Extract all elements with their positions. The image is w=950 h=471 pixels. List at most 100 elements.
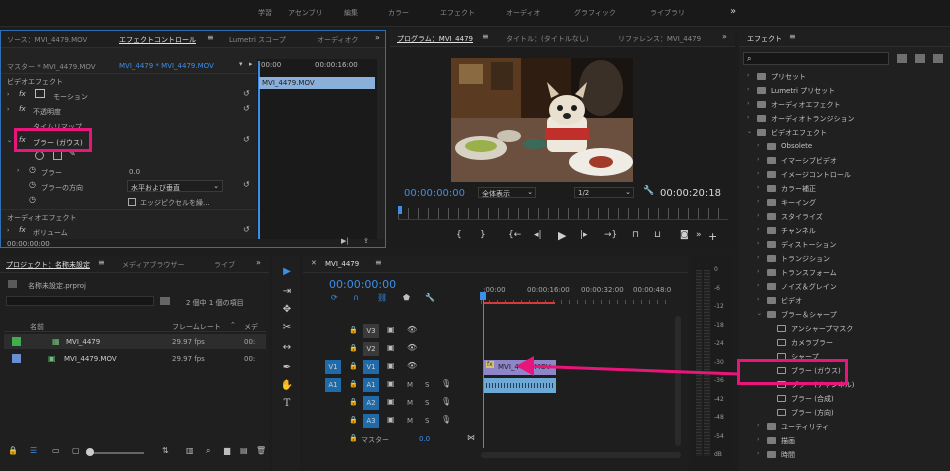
step-forward-icon[interactable]: |▸ — [580, 230, 588, 240]
eye-icon[interactable]: 👁 — [407, 343, 417, 352]
track-target-v2[interactable]: V2 — [363, 342, 379, 356]
sync-lock-icon[interactable]: ▣ — [387, 343, 395, 352]
effects-tree-item[interactable]: ブラー (方向) — [739, 406, 949, 419]
chevron-down-icon[interactable]: ⌄ — [747, 128, 752, 135]
mute-button[interactable]: M — [407, 399, 413, 407]
chevron-right-icon[interactable]: › — [747, 86, 749, 93]
fx-badge-icon[interactable]: fx — [19, 226, 26, 234]
resolution-select[interactable]: 1/2 ⌄ — [574, 187, 634, 198]
extract-icon[interactable]: ⊔ — [654, 230, 661, 240]
audio-clip[interactable] — [484, 378, 556, 393]
effects-tree-item[interactable]: › イマーシブビデオ — [739, 154, 949, 167]
32bit-effects-icon[interactable] — [915, 54, 925, 63]
stopwatch-icon[interactable]: ◷ — [29, 165, 36, 174]
wrench-icon[interactable]: 🔧 — [643, 186, 654, 196]
export-icon[interactable]: ⇪ — [363, 237, 369, 245]
freeform-view-icon[interactable]: ▢ — [72, 446, 80, 455]
source-patch-v1[interactable]: V1 — [325, 360, 341, 374]
video-clip[interactable]: fx MVI_4479.MOV — [484, 360, 556, 375]
workspace-tab-assembly[interactable]: アセンブリ — [288, 8, 323, 18]
trash-icon[interactable]: 🗑 — [256, 446, 266, 455]
lock-icon[interactable]: 🔒 — [349, 434, 358, 442]
nest-icon[interactable]: ⟳ — [331, 293, 338, 302]
lift-icon[interactable]: ⊓ — [632, 230, 639, 240]
sync-lock-icon[interactable]: ▣ — [387, 397, 395, 406]
new-item-icon[interactable]: ▤ — [240, 446, 248, 455]
sort-icon[interactable]: ⌃ — [230, 321, 236, 329]
expand-panels-icon[interactable]: » — [722, 32, 727, 41]
workspace-tab-color[interactable]: カラー — [388, 8, 409, 18]
solo-button[interactable]: S — [425, 381, 429, 389]
ec-timecode[interactable]: 00:00:00:00 — [7, 240, 50, 247]
sequence-clip-label[interactable]: MVI_4479 * MVI_4479.MOV — [119, 62, 214, 70]
lock-icon[interactable]: 🔒 — [349, 326, 358, 334]
chevron-right-icon[interactable]: › — [747, 100, 749, 107]
play-audio-icon[interactable]: ▶| — [341, 237, 349, 245]
track-target-v1[interactable]: V1 — [363, 360, 379, 374]
yuv-effects-icon[interactable] — [933, 54, 943, 63]
workspace-tab-audio[interactable]: オーディオ — [506, 8, 541, 18]
transform-icon[interactable] — [35, 89, 45, 98]
workspace-tab-graphics[interactable]: グラフィック — [574, 8, 616, 18]
blurriness-value[interactable]: 0.0 — [129, 168, 140, 176]
fx-badge-icon[interactable]: fx — [19, 105, 26, 113]
sync-lock-icon[interactable]: ▣ — [387, 379, 395, 388]
effects-tree-item[interactable]: カメラブラー — [739, 336, 949, 349]
workspace-tab-learn[interactable]: 学習 — [258, 8, 272, 18]
lock-icon[interactable]: 🔒 — [349, 398, 358, 406]
chevron-right-icon[interactable]: › — [757, 422, 759, 429]
track-height-scrollbar[interactable] — [675, 316, 681, 446]
lock-icon[interactable]: 🔒 — [349, 416, 358, 424]
blur-direction-select[interactable]: 水平および垂直 ⌄ — [127, 180, 223, 192]
export-frame-icon[interactable]: ◙ — [680, 230, 689, 240]
solo-button[interactable]: S — [425, 399, 429, 407]
effects-tree-item[interactable]: › ビデオ — [739, 294, 949, 307]
effects-tree-item[interactable]: › 描画 — [739, 434, 949, 447]
effects-tree-item[interactable]: › チャンネル — [739, 224, 949, 237]
video-frame[interactable] — [451, 58, 633, 182]
effects-tree-item[interactable]: › ディストーション — [739, 238, 949, 251]
direction-reset-icon[interactable]: ↺ — [243, 180, 250, 189]
effects-tree-item[interactable]: › Obsolete — [739, 140, 949, 153]
pen-tool-icon[interactable]: ✒ — [278, 362, 296, 380]
master-value[interactable]: 0.0 — [419, 435, 430, 443]
effects-tree-item[interactable]: › オーディオエフェクト — [739, 98, 949, 111]
mic-icon[interactable]: 🎙 — [441, 415, 451, 424]
label-color-swatch[interactable] — [12, 354, 21, 363]
fit-select[interactable]: 全体表示 ⌄ — [478, 187, 536, 198]
track-target-v3[interactable]: V3 — [363, 324, 379, 338]
effects-tree-item[interactable]: › トランスフォーム — [739, 266, 949, 279]
selection-tool-icon[interactable]: ▶ — [278, 266, 296, 284]
track-target-a2[interactable]: A2 — [363, 396, 379, 410]
panel-menu-icon[interactable]: ≡ — [789, 32, 796, 41]
panel-menu-icon[interactable]: ≡ — [98, 258, 105, 267]
source-patch-a1[interactable]: A1 — [325, 378, 341, 392]
mute-button[interactable]: M — [407, 381, 413, 389]
stopwatch-icon[interactable]: ◷ — [29, 195, 36, 204]
mic-icon[interactable]: 🎙 — [441, 397, 451, 406]
panel-menu-icon[interactable]: ≡ — [375, 258, 382, 267]
chevron-right-icon[interactable]: › — [747, 72, 749, 79]
effects-tree-item[interactable]: › プリセット — [739, 70, 949, 83]
automate-icon[interactable]: ▥ — [186, 446, 194, 455]
type-tool-icon[interactable]: T — [278, 398, 296, 416]
effects-tree-item[interactable]: › ノイズ＆グレイン — [739, 280, 949, 293]
go-to-out-icon[interactable]: →} — [604, 230, 617, 240]
tab-reference[interactable]: リファレンス：MVI_4479 — [618, 34, 701, 44]
chevron-right-icon[interactable]: › — [757, 156, 759, 163]
tab-effects[interactable]: エフェクト — [747, 34, 782, 44]
sequence-arrow-icon[interactable]: ▸ — [249, 60, 253, 68]
step-back-icon[interactable]: ◂| — [534, 230, 542, 240]
timeline-wrench-icon[interactable]: 🔧 — [425, 293, 435, 302]
slip-tool-icon[interactable]: ↔ — [278, 342, 296, 360]
effects-tree-item[interactable]: ブラー (合成) — [739, 392, 949, 405]
track-target-a3[interactable]: A3 — [363, 414, 379, 428]
expand-icon[interactable]: » — [696, 230, 702, 240]
chevron-right-icon[interactable]: › — [757, 240, 759, 247]
effects-tree-item[interactable]: › スタイライズ — [739, 210, 949, 223]
effects-tree-item[interactable]: › 時間 — [739, 448, 949, 461]
column-name[interactable]: 名前 — [30, 322, 44, 332]
track-select-icon[interactable]: ⇥ — [278, 286, 296, 304]
program-scrub-bar[interactable] — [398, 208, 728, 220]
mic-icon[interactable]: 🎙 — [441, 379, 451, 388]
